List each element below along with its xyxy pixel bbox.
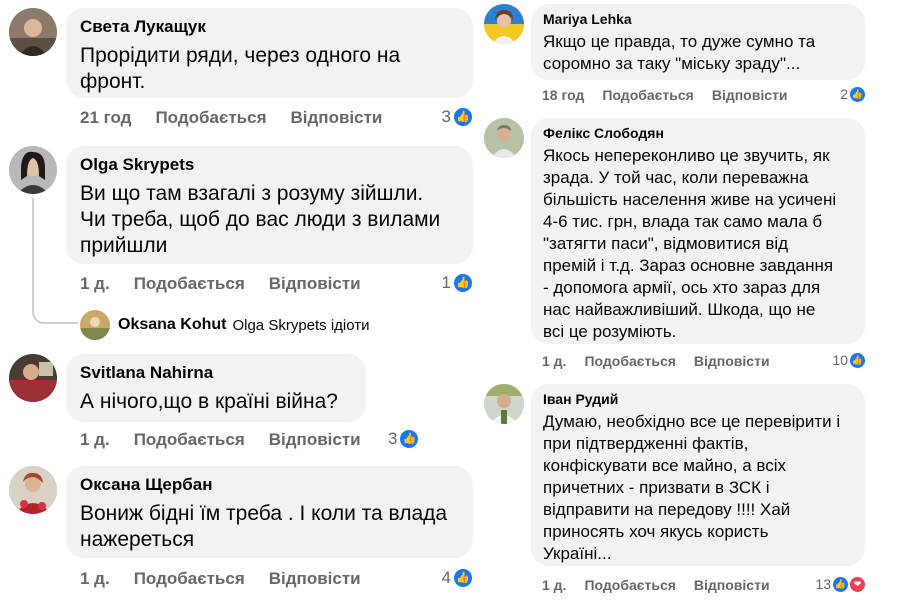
comment-bubble: Svitlana Nahirna А нічого,що в країні ві…: [66, 354, 366, 422]
like-button[interactable]: Подобається: [134, 569, 245, 589]
reaction-count[interactable]: 10 👍: [832, 352, 865, 368]
comment-text: А нічого,що в країні війна?: [80, 390, 338, 413]
reply-button[interactable]: Відповісти: [269, 430, 361, 450]
reaction-count[interactable]: 3 👍: [388, 429, 419, 449]
comment-time[interactable]: 1 д.: [542, 353, 566, 369]
reaction-count[interactable]: 3 👍: [442, 107, 472, 127]
avatar[interactable]: [484, 384, 524, 424]
comment-actions: 21 год Подобається Відповісти: [80, 108, 406, 128]
comment-text: Думаю, необхідно все це перевірити і при…: [543, 412, 841, 563]
comment-time[interactable]: 1 д.: [80, 430, 110, 450]
comment-time[interactable]: 21 год: [80, 108, 131, 128]
reaction-count[interactable]: 2 👍: [840, 86, 865, 102]
comment-text: Ви що там взагалі з розуму зійшли. Чи тр…: [80, 182, 441, 257]
reaction-count[interactable]: 1 👍: [442, 273, 472, 293]
thumbs-up-icon: 👍: [454, 569, 472, 587]
reply-button[interactable]: Відповісти: [712, 87, 788, 103]
comment-author[interactable]: Іван Рудий: [543, 391, 853, 407]
reaction-count[interactable]: 13 👍 ❤: [815, 576, 865, 592]
thumbs-up-icon: 👍: [833, 576, 848, 592]
comment-actions: 1 д. Подобається Відповісти: [80, 430, 385, 450]
avatar-photo-icon: [80, 310, 110, 340]
comment-text: Якщо це правда, то дуже сумно та соромно…: [543, 32, 816, 73]
comment-author[interactable]: Mariya Lehka: [543, 11, 853, 27]
comment-actions: 1 д. Подобається Відповісти: [542, 577, 788, 593]
like-button[interactable]: Подобається: [584, 353, 675, 369]
comment-author[interactable]: Света Лукащук: [80, 17, 459, 37]
avatar-photo-icon: [484, 384, 524, 424]
like-button[interactable]: Подобається: [584, 577, 675, 593]
like-button[interactable]: Подобається: [134, 274, 245, 294]
comment-time[interactable]: 1 д.: [542, 577, 566, 593]
avatar-photo-icon: [9, 8, 57, 56]
comment-actions: 1 д. Подобається Відповісти: [80, 274, 385, 294]
avatar-photo-icon: [484, 4, 524, 44]
avatar-photo-icon: [9, 466, 57, 514]
thumbs-up-icon: 👍: [400, 430, 419, 448]
comment-bubble: Mariya Lehka Якщо це правда, то дуже сум…: [531, 4, 865, 80]
comment-bubble: Olga Skrypets Ви що там взагалі з розуму…: [66, 146, 473, 264]
like-button[interactable]: Подобається: [134, 430, 245, 450]
comment-bubble: Іван Рудий Думаю, необхідно все це перев…: [531, 384, 865, 566]
reply-button[interactable]: Відповісти: [269, 274, 361, 294]
thumbs-up-icon: 👍: [850, 352, 865, 368]
heart-icon: ❤: [850, 576, 865, 592]
avatar-photo-icon: [9, 146, 57, 194]
like-count: 1: [441, 273, 451, 292]
like-count: 4: [441, 568, 451, 587]
comment-actions: 1 д. Подобається Відповісти: [542, 353, 788, 369]
reply-author[interactable]: Oksana Kohut: [118, 316, 226, 334]
reply-button[interactable]: Відповісти: [269, 569, 361, 589]
comment-bubble: Фелікс Слободян Якось непереконливо це з…: [531, 118, 865, 344]
like-count: 3: [388, 429, 398, 448]
comment-time[interactable]: 1 д.: [80, 569, 110, 589]
avatar[interactable]: [484, 4, 524, 44]
comment-time[interactable]: 1 д.: [80, 274, 110, 294]
comment-time[interactable]: 18 год: [542, 87, 584, 103]
comment-actions: 18 год Подобається Відповісти: [542, 87, 805, 103]
reply-button[interactable]: Відповісти: [694, 353, 770, 369]
reply-button[interactable]: Відповісти: [694, 577, 770, 593]
comment-bubble: Оксана Щербан Вониж бідні їм треба . І к…: [66, 466, 473, 558]
like-count: 10: [832, 352, 848, 368]
comment-text: Вониж бідні їм треба . І коли та влада н…: [80, 502, 448, 551]
avatar[interactable]: [80, 310, 110, 340]
comment-bubble: Света Лукащук Прорідити ряди, через одно…: [66, 8, 473, 98]
like-count: 2: [840, 86, 848, 102]
comment-author[interactable]: Фелікс Слободян: [543, 125, 853, 141]
avatar-photo-icon: [484, 118, 524, 158]
comment-author[interactable]: Olga Skrypets: [80, 155, 459, 175]
reply-thread-line: [32, 198, 78, 324]
like-button[interactable]: Подобається: [602, 87, 693, 103]
avatar-photo-icon: [9, 354, 57, 402]
like-button[interactable]: Подобається: [155, 108, 266, 128]
reply-preview[interactable]: Oksana Kohut Olga Skrypets ідіоти: [80, 310, 370, 340]
thumbs-up-icon: 👍: [454, 274, 472, 292]
comment-actions: 1 д. Подобається Відповісти: [80, 569, 385, 589]
reply-button[interactable]: Відповісти: [291, 108, 383, 128]
avatar[interactable]: [9, 146, 57, 194]
avatar[interactable]: [484, 118, 524, 158]
comment-text: Прорідити ряди, через одного на фронт.: [80, 44, 401, 93]
avatar[interactable]: [9, 354, 57, 402]
like-count: 13: [815, 576, 831, 592]
thumbs-up-icon: 👍: [850, 86, 865, 102]
reaction-count[interactable]: 4 👍: [442, 568, 472, 588]
reply-text: Olga Skrypets ідіоти: [232, 316, 370, 334]
comment-author[interactable]: Оксана Щербан: [80, 475, 459, 495]
like-count: 3: [441, 107, 451, 126]
comment-author[interactable]: Svitlana Nahirna: [80, 363, 352, 383]
avatar[interactable]: [9, 466, 57, 514]
thumbs-up-icon: 👍: [454, 108, 472, 126]
avatar[interactable]: [9, 8, 57, 56]
comment-text: Якось непереконливо це звучить, як зрада…: [543, 146, 837, 341]
